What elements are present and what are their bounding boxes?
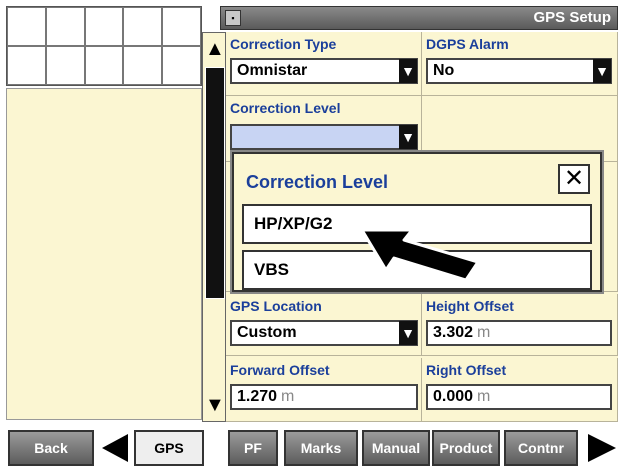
scroll-thumb[interactable]: [205, 67, 225, 299]
dropdown-arrow-icon[interactable]: ▼: [399, 59, 417, 83]
grid-cell[interactable]: [162, 46, 201, 85]
title-bar: ▪ GPS Setup: [220, 6, 618, 30]
dgps-alarm-select[interactable]: No ▼: [426, 58, 612, 84]
contnr-button[interactable]: Contnr: [504, 430, 578, 466]
forward-offset-cell: Forward Offset 1.270 m: [226, 358, 422, 422]
page-title: GPS Setup: [533, 9, 611, 26]
manual-button[interactable]: Manual: [362, 430, 430, 466]
grid-cell[interactable]: [7, 46, 46, 85]
gps-location-select[interactable]: Custom ▼: [230, 320, 418, 346]
right-offset-input[interactable]: 0.000 m: [426, 384, 612, 410]
dropdown-arrow-icon[interactable]: ▼: [399, 125, 417, 149]
correction-type-cell: Correction Type Omnistar ▼: [226, 32, 422, 96]
product-button[interactable]: Product: [432, 430, 500, 466]
grid-cell[interactable]: [84, 46, 124, 85]
dropdown-arrow-icon[interactable]: ▼: [593, 59, 611, 83]
height-offset-input[interactable]: 3.302 m: [426, 320, 612, 346]
close-icon[interactable]: ✕: [558, 164, 590, 194]
correction-type-select[interactable]: Omnistar ▼: [230, 58, 418, 84]
bottom-toolbar: Back GPS PF Marks Manual Product Contnr: [0, 424, 624, 470]
dgps-alarm-cell: DGPS Alarm No ▼: [422, 32, 618, 96]
pf-button[interactable]: PF: [228, 430, 278, 466]
grid-cell[interactable]: [45, 46, 85, 85]
forward-offset-input[interactable]: 1.270 m: [230, 384, 418, 410]
right-offset-label: Right Offset: [426, 362, 507, 378]
popup-title: Correction Level: [246, 172, 389, 192]
unit-label: m: [477, 324, 491, 341]
display-frame: ▪ GPS Setup ▲ ▼ Correction Type Omnistar…: [0, 0, 624, 470]
gps-location-cell: GPS Location Custom ▼: [226, 294, 422, 356]
correction-type-label: Correction Type: [230, 36, 337, 52]
grid-cell[interactable]: [123, 46, 163, 85]
grid-cell[interactable]: [123, 7, 163, 46]
scroll-up-icon[interactable]: ▲: [205, 35, 225, 63]
grid-cell[interactable]: [45, 7, 85, 46]
forward-offset-label: Forward Offset: [230, 362, 330, 378]
correction-level-select[interactable]: ▼: [230, 124, 418, 150]
right-offset-value: 0.000: [433, 388, 474, 405]
previous-arrow-icon[interactable]: [100, 432, 130, 464]
dgps-alarm-label: DGPS Alarm: [426, 36, 509, 52]
height-offset-cell: Height Offset 3.302 m: [422, 294, 618, 356]
pointer-arrow-icon: [360, 228, 480, 282]
window-icon: ▪: [225, 10, 241, 26]
gps-location-value: Custom: [237, 324, 297, 341]
dgps-alarm-value: No: [433, 62, 455, 79]
scrollbar[interactable]: ▲ ▼: [202, 32, 226, 422]
gps-tab-button[interactable]: GPS: [134, 430, 204, 466]
gps-location-label: GPS Location: [230, 298, 322, 314]
height-offset-label: Height Offset: [426, 298, 514, 314]
left-panel: [6, 88, 202, 420]
back-button[interactable]: Back: [8, 430, 94, 466]
height-offset-value: 3.302: [433, 324, 474, 341]
forward-offset-value: 1.270: [237, 388, 278, 405]
correction-type-value: Omnistar: [237, 62, 308, 79]
marks-button[interactable]: Marks: [284, 430, 358, 466]
next-arrow-icon[interactable]: [584, 432, 618, 464]
right-offset-cell: Right Offset 0.000 m: [422, 358, 618, 422]
correction-level-label: Correction Level: [230, 100, 341, 116]
unit-label: m: [281, 388, 295, 405]
left-grid: [6, 6, 202, 86]
scroll-down-icon[interactable]: ▼: [205, 391, 225, 419]
grid-cell[interactable]: [162, 7, 201, 46]
unit-label: m: [477, 388, 491, 405]
grid-cell[interactable]: [84, 7, 124, 46]
dropdown-arrow-icon[interactable]: ▼: [399, 321, 417, 345]
grid-cell[interactable]: [7, 7, 46, 46]
